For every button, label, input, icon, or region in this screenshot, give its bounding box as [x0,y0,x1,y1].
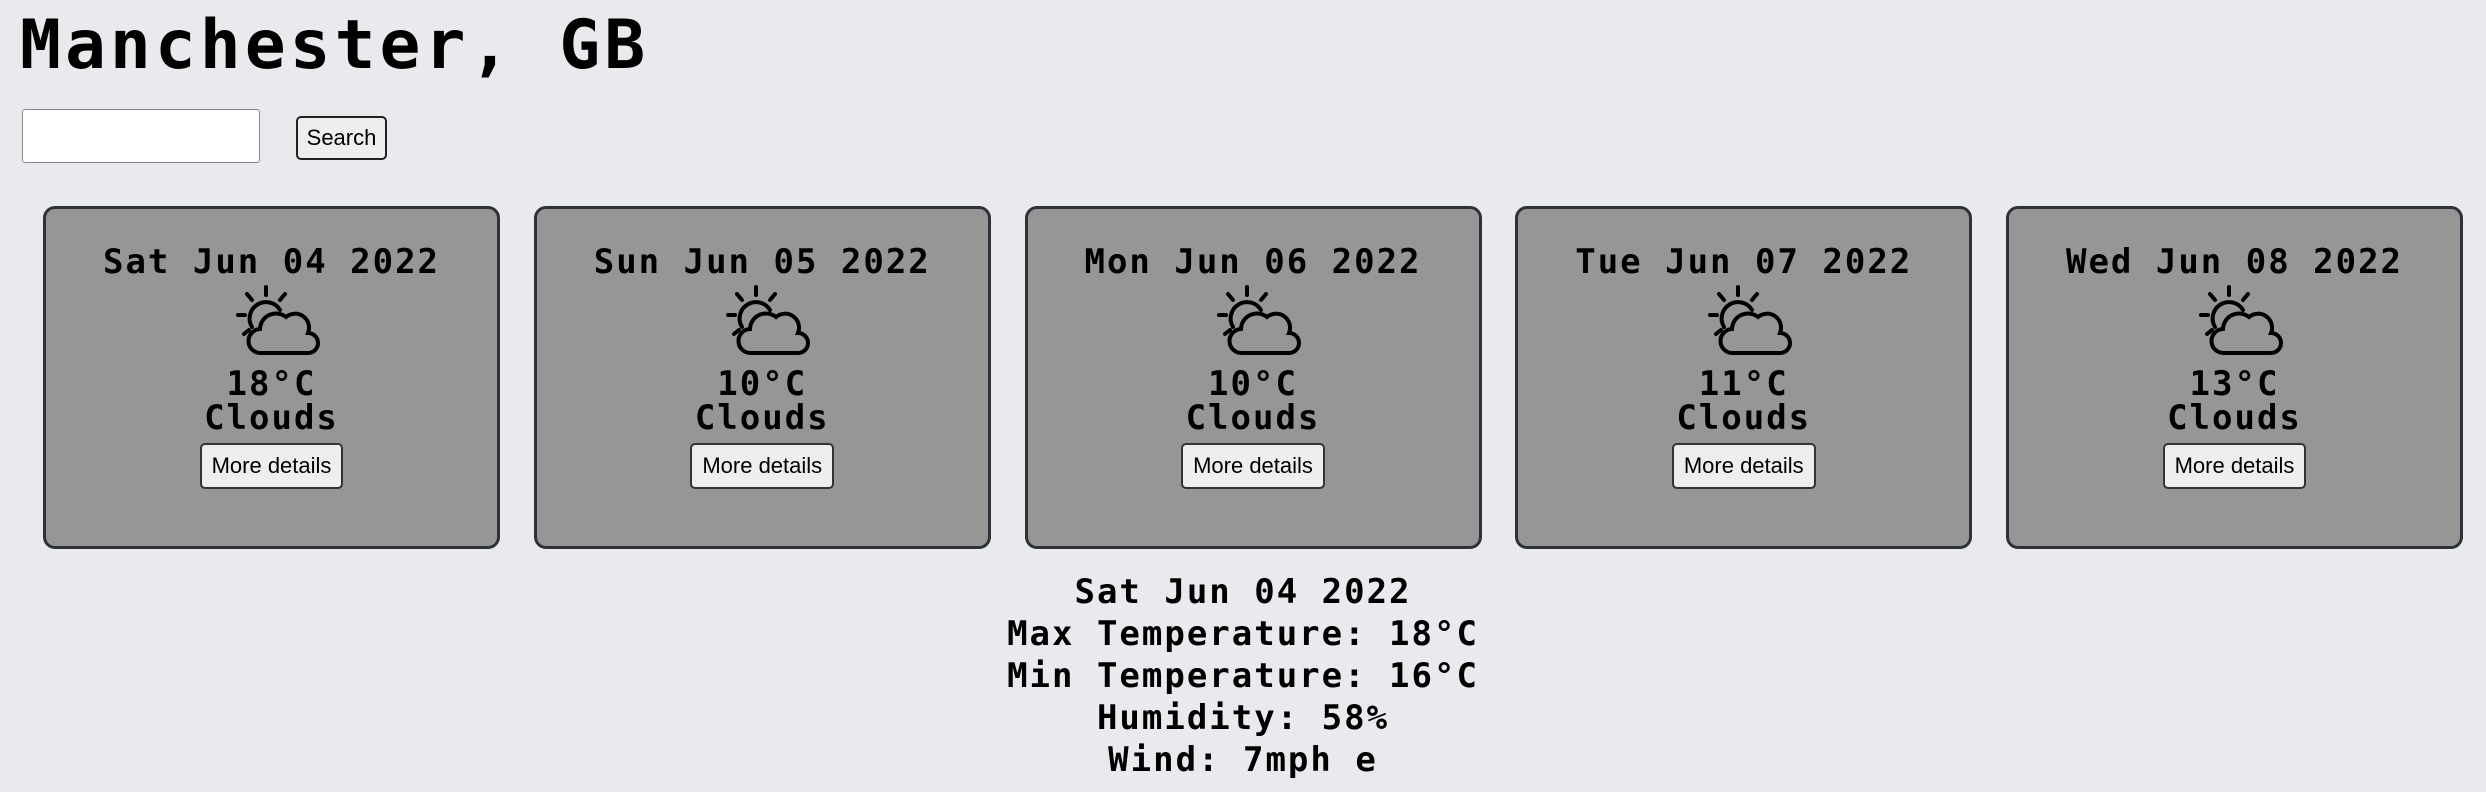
card-temperature: 18°C [226,364,317,404]
details-max-temperature: Max Temperature: 18°C [1007,614,1479,654]
card-temperature: 11°C [1698,364,1789,404]
card-temperature: 13°C [2189,364,2280,404]
forecast-card: Sat Jun 04 2022 18°C Clouds More details [43,206,500,549]
sun-behind-cloud-icon [2198,285,2283,355]
search-button[interactable]: Search [296,116,387,160]
card-description: Clouds [694,398,830,438]
details-panel: Sat Jun 04 2022 Max Temperature: 18°C Mi… [0,571,2486,781]
sun-behind-cloud-icon [1707,285,1792,355]
card-temperature: 10°C [1208,364,1298,404]
sun-behind-cloud-icon [726,285,811,355]
card-date: Mon Jun 06 2022 [1084,242,1422,282]
card-date: Tue Jun 07 2022 [1575,242,1913,282]
details-humidity: Humidity: 58% [1096,698,1390,738]
details-min-temperature: Min Temperature: 16°C [1007,656,1479,696]
sun-behind-cloud-icon [1217,285,1301,355]
forecast-card: Sun Jun 05 2022 10°C Clouds More details [533,206,991,549]
card-temperature: 10°C [717,364,808,404]
details-wind: Wind: 7mph e [1108,740,1378,780]
card-description: Clouds [204,398,339,438]
card-description: Clouds [1676,398,1812,438]
search-input[interactable] [22,109,260,163]
card-date: Sat Jun 04 2022 [102,242,441,282]
card-date: Wed Jun 08 2022 [2065,242,2404,282]
more-details-button[interactable]: More details [1671,443,1816,489]
sun-behind-cloud-icon [235,285,320,355]
details-date: Sat Jun 04 2022 [1074,572,1412,612]
card-description: Clouds [2167,398,2302,438]
card-date: Sun Jun 05 2022 [593,242,931,282]
city-title: Manchester, GB [20,6,650,85]
forecast-card: Mon Jun 06 2022 10°C Clouds More details [1024,206,1482,549]
more-details-button[interactable]: More details [1181,443,1325,489]
more-details-button[interactable]: More details [2162,443,2307,489]
card-description: Clouds [1185,398,1321,438]
forecast-card: Tue Jun 07 2022 11°C Clouds More details [1515,206,1973,549]
more-details-button[interactable]: More details [199,443,344,489]
more-details-button[interactable]: More details [690,443,835,489]
forecast-cards: Sat Jun 04 2022 18°C Clouds More details… [43,206,2463,549]
forecast-card: Wed Jun 08 2022 13°C Clouds More details [2006,206,2463,549]
